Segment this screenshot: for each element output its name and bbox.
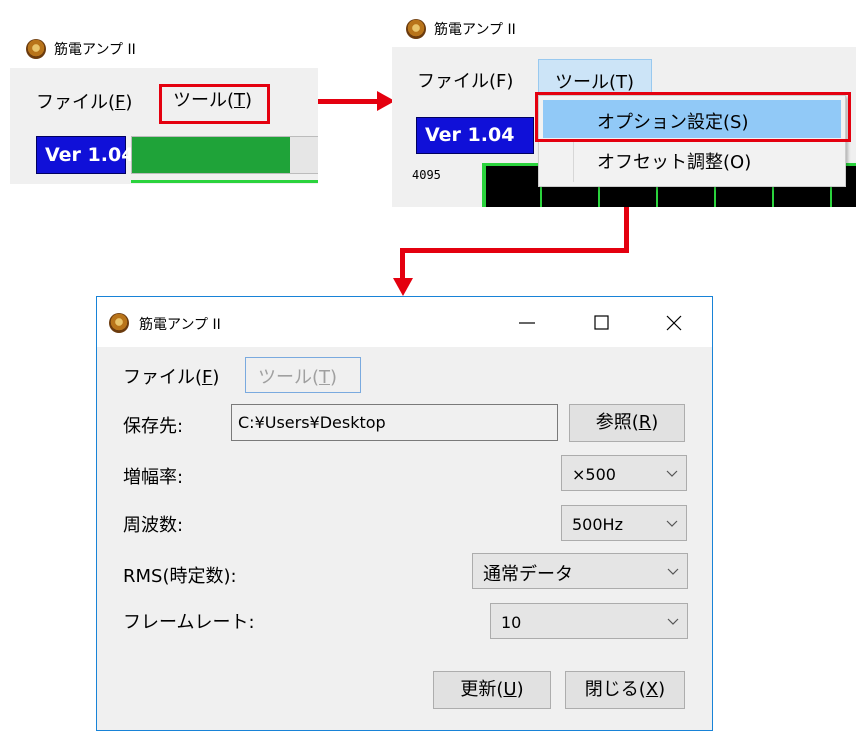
green-line — [131, 180, 318, 183]
gain-label: 増幅率: — [123, 467, 184, 488]
frequency-label: 周波数: — [123, 515, 184, 536]
close-icon[interactable] — [664, 313, 684, 333]
frame-rate-label: フレームレート: — [123, 612, 255, 633]
tool-menu-highlight — [159, 84, 270, 124]
menu-item-offset-adjust[interactable]: オフセット調整(O) — [543, 142, 841, 180]
arrow-1-line — [318, 99, 380, 104]
version-badge: Ver 1.04 — [36, 136, 134, 174]
minimize-icon[interactable] — [517, 313, 537, 333]
menu-file[interactable]: ファイル(F) — [123, 363, 219, 389]
arrow-2-vertical — [624, 207, 629, 252]
axis-max-label: 4095 — [412, 168, 441, 182]
menu-file[interactable]: ファイル(F) — [36, 88, 132, 114]
options-dialog: 筋電アンプ II ファイル(F) ツール(T) 保存先: C:¥Users¥De… — [96, 296, 713, 731]
chevron-down-icon — [667, 618, 679, 625]
frame-rate-select[interactable]: 10 — [490, 603, 688, 639]
update-button[interactable]: 更新(U) — [433, 671, 551, 709]
save-path-field[interactable]: C:¥Users¥Desktop — [231, 404, 558, 441]
arrow-2-down — [400, 248, 405, 278]
maximize-icon[interactable] — [592, 313, 612, 333]
chevron-down-icon — [667, 568, 679, 575]
window-title: 筋電アンプ II — [54, 42, 136, 58]
app-icon — [109, 313, 129, 333]
app-icon — [26, 39, 46, 59]
browse-button[interactable]: 参照(R) — [569, 404, 685, 442]
frequency-select[interactable]: 500Hz — [561, 505, 687, 541]
menu-file[interactable]: ファイル(F) — [417, 67, 513, 93]
save-location-label: 保存先: — [123, 416, 184, 437]
rms-select[interactable]: 通常データ — [472, 553, 688, 589]
window-title: 筋電アンプ II — [434, 22, 516, 38]
rms-label: RMS(時定数): — [123, 566, 237, 587]
progress-fill — [132, 137, 290, 173]
app-icon — [406, 19, 426, 39]
progress-bar — [131, 136, 318, 174]
menu-tool-disabled[interactable]: ツール(T) — [245, 357, 361, 393]
gain-select[interactable]: ×500 — [561, 455, 687, 491]
chevron-down-icon — [666, 470, 678, 477]
arrow-2-head — [393, 278, 413, 296]
arrow-2-horizontal — [400, 248, 629, 253]
close-button[interactable]: 閉じる(X) — [565, 671, 685, 709]
version-badge: Ver 1.04 — [416, 117, 534, 154]
dialog-title: 筋電アンプ II — [139, 317, 221, 333]
option-settings-highlight — [535, 92, 851, 142]
chevron-down-icon — [666, 520, 678, 527]
